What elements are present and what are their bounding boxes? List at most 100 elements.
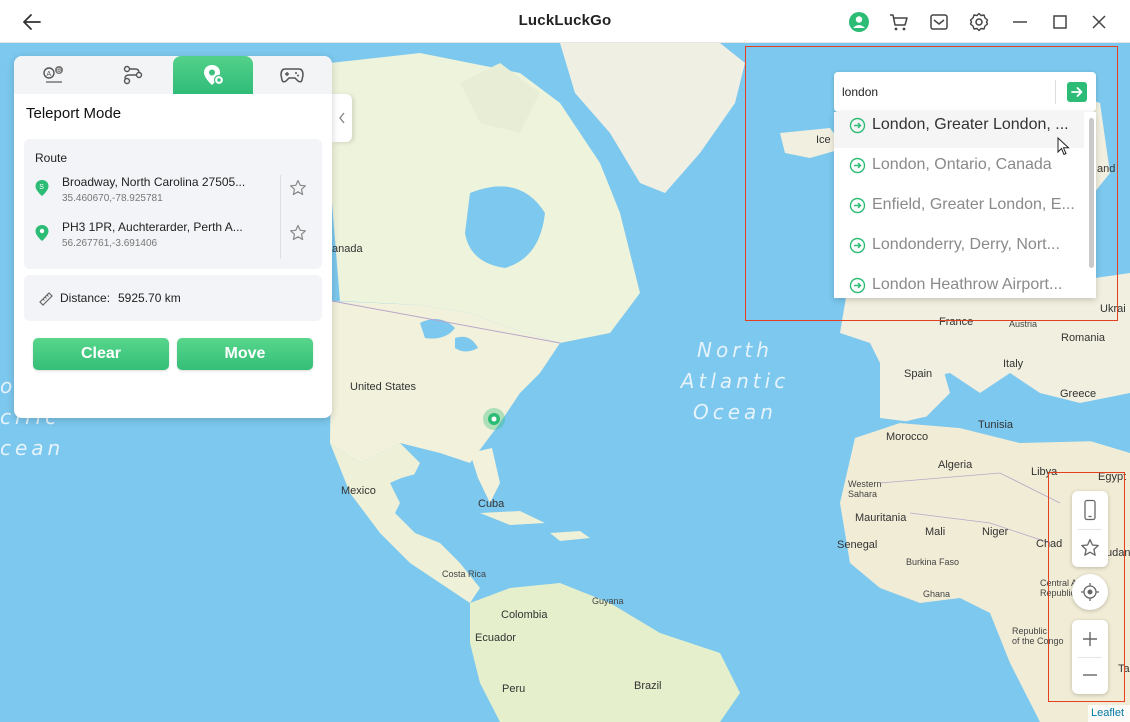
map-label-guyana: Guyana — [592, 596, 624, 606]
map-label-mali: Mali — [925, 526, 946, 538]
zoom-controls — [1072, 620, 1108, 694]
map-label-tanzania: Ta — [1118, 663, 1130, 675]
tab-joystick[interactable] — [253, 56, 333, 94]
star-icon — [1081, 539, 1099, 556]
map-label-romania: Romania — [1061, 332, 1106, 344]
map-label-greece: Greece — [1060, 388, 1097, 400]
results-scrollbar[interactable] — [1089, 118, 1094, 268]
locate-button[interactable] — [1072, 573, 1108, 611]
zoom-in-button[interactable] — [1072, 620, 1108, 658]
collapse-panel-button[interactable] — [332, 94, 352, 142]
zoom-out-button[interactable] — [1072, 656, 1108, 694]
arrow-circle-icon — [849, 277, 866, 294]
zoom-out-icon — [1083, 674, 1097, 676]
start-marker-icon: S — [35, 180, 49, 196]
maximize-icon[interactable] — [1049, 11, 1071, 33]
locate-control — [1072, 574, 1108, 610]
destination-address: PH3 1PR, Auchterarder, Perth A... — [62, 220, 243, 234]
map-label-western-sahara: Western Sahara — [848, 479, 882, 499]
search-separator — [1055, 80, 1056, 104]
arrow-right-icon — [1071, 87, 1083, 97]
tab-multi-route[interactable] — [94, 56, 174, 94]
route-divider — [280, 175, 281, 259]
device-controls — [1072, 491, 1108, 567]
map-label-iceland: Ice — [816, 134, 831, 146]
ocean-label-north-atlantic: North Atlantic Ocean — [680, 338, 790, 424]
app-title: LuckLuckGo — [518, 12, 612, 29]
tab-ab-route[interactable]: A B — [14, 56, 94, 94]
map-label-costa-rica: Costa Rica — [442, 569, 487, 579]
map-label-ukraine: Ukrai — [1100, 303, 1126, 315]
map-label-libya: Libya — [1031, 466, 1058, 478]
mode-tabs: A B — [14, 56, 332, 94]
chevron-left-icon — [339, 112, 345, 124]
cart-icon[interactable] — [888, 11, 910, 33]
title-bar: LuckLuckGo — [0, 0, 1130, 43]
move-button[interactable]: Move — [177, 338, 313, 370]
search-result-item[interactable]: London Heathrow Airport... — [834, 268, 1084, 298]
teleport-panel: A B Teleport Mode Route S Broadway, Nort… — [14, 56, 332, 418]
ab-route-icon: A B — [43, 66, 63, 83]
map-label-tunisia: Tunisia — [978, 419, 1014, 431]
map-label-chad: Chad — [1036, 538, 1063, 550]
ruler-icon — [39, 292, 53, 306]
distance-value: 5925.70 km — [118, 291, 181, 305]
map-label-ecuador: Ecuador — [475, 632, 516, 644]
route-destination-item[interactable]: PH3 1PR, Auchterarder, Perth A... 56.267… — [24, 220, 322, 264]
close-icon[interactable] — [1088, 11, 1110, 33]
map-label-morocco: Morocco — [886, 431, 929, 443]
favorite-star-icon[interactable] — [289, 179, 307, 197]
mode-title: Teleport Mode — [26, 105, 122, 122]
search-box — [834, 72, 1096, 112]
search-result-item[interactable]: London, Greater London, ... — [834, 112, 1084, 148]
clear-button[interactable]: Clear — [33, 338, 169, 370]
phone-icon — [1084, 499, 1096, 521]
leaflet-attribution[interactable]: Leaflet — [1088, 705, 1130, 722]
search-go-button[interactable] — [1067, 82, 1087, 102]
map-label-mexico: Mexico — [341, 485, 376, 497]
locate-icon — [1081, 583, 1099, 601]
mail-icon[interactable] — [928, 11, 950, 33]
gear-icon[interactable] — [968, 11, 990, 33]
map-label-burkina-faso: Burkina Faso — [906, 557, 960, 567]
distance-box: Distance: 5925.70 km — [24, 275, 322, 321]
svg-text:A: A — [46, 71, 51, 78]
user-icon[interactable] — [848, 11, 870, 33]
tab-teleport[interactable] — [173, 56, 253, 94]
map-label-ghana: Ghana — [923, 589, 951, 599]
search-result-item[interactable]: Enfield, Greater London, E... — [834, 188, 1084, 228]
search-result-text: London, Greater London, ... — [872, 116, 1069, 133]
multi-route-icon — [124, 65, 143, 85]
map-label-cuba: Cuba — [478, 498, 505, 510]
map-label-niger: Niger — [982, 526, 1009, 538]
mouse-cursor-icon — [1057, 137, 1070, 156]
route-box: Route S Broadway, North Carolina 27505..… — [24, 139, 322, 269]
map-label-land: and — [1097, 163, 1116, 175]
search-result-text: Enfield, Greater London, E... — [872, 196, 1075, 213]
map-label-algeria: Algeria — [938, 459, 973, 471]
search-result-text: London, Ontario, Canada — [872, 156, 1052, 173]
favorites-button[interactable] — [1072, 529, 1108, 567]
destination-coords: 56.267761,-3.691406 — [62, 238, 158, 249]
svg-text:B: B — [57, 69, 61, 75]
map-label-egypt: Egypt — [1098, 471, 1127, 483]
map-label-brazil: Brazil — [634, 680, 662, 692]
distance-label: Distance: — [60, 291, 111, 305]
search-result-item[interactable]: London, Ontario, Canada — [834, 148, 1084, 188]
map-label-austria: Austria — [1009, 319, 1038, 329]
map-label-united-states: United States — [350, 381, 417, 393]
map-label-colombia: Colombia — [501, 609, 548, 621]
search-input[interactable] — [842, 82, 1042, 102]
search-result-item[interactable]: Londonderry, Derry, Nort... — [834, 228, 1084, 268]
device-button[interactable] — [1072, 491, 1108, 529]
app-window: LuckLuckGo North Atlantic Ocean o cean I… — [0, 0, 1130, 722]
minimize-icon[interactable] — [1009, 11, 1031, 33]
arrow-circle-icon — [849, 237, 866, 254]
favorite-star-icon[interactable] — [289, 224, 307, 242]
map-label-sudan: udan — [1106, 547, 1130, 559]
route-start-item[interactable]: S Broadway, North Carolina 27505... 35.4… — [24, 175, 322, 219]
search-result-text: Londonderry, Derry, Nort... — [872, 236, 1060, 253]
map-label-congo: Republic of the Congo — [1012, 626, 1064, 646]
start-address: Broadway, North Carolina 27505... — [62, 175, 246, 189]
map-label-mauritania: Mauritania — [855, 512, 907, 524]
